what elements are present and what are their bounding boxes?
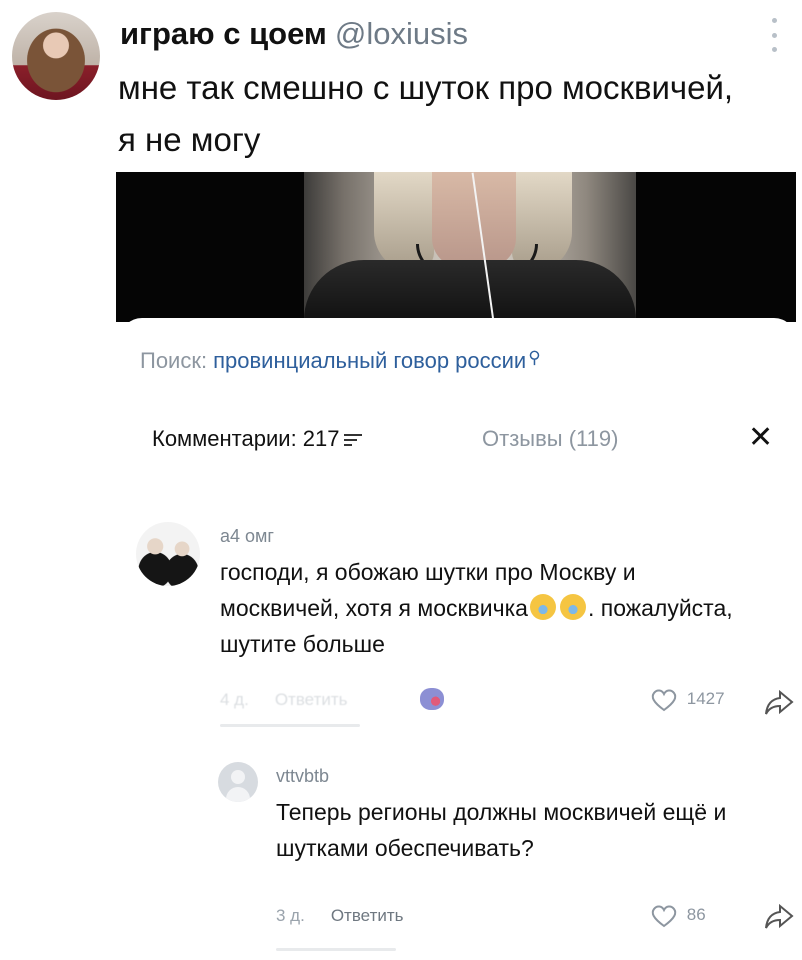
tab-comments-label: Комментарии: 217: [152, 426, 340, 451]
video-frame: [116, 172, 796, 322]
search-suggestion[interactable]: Поиск: провинциальный говор россии ⚲: [140, 348, 541, 374]
reply-button[interactable]: Ответить: [275, 690, 348, 709]
like-button[interactable]: 86: [650, 904, 706, 928]
like-count: 1427: [686, 689, 725, 709]
author-name[interactable]: играю с цоем: [120, 16, 327, 51]
comments-sheet: Поиск: провинциальный говор россии ⚲ Комме…: [120, 318, 796, 960]
comment-time: 4 д.: [220, 690, 249, 709]
comment-meta: 3 д. Ответить: [276, 906, 404, 926]
heart-icon: [651, 905, 677, 928]
tab-comments[interactable]: Комментарии: 217: [152, 426, 362, 452]
comment-item: vttvbtb Теперь регионы должны москвичей …: [120, 758, 796, 958]
share-arrow-icon[interactable]: [764, 690, 794, 716]
author-handle[interactable]: @loxiusis: [335, 16, 468, 51]
commenter-avatar[interactable]: [136, 522, 200, 586]
reply-button[interactable]: Ответить: [331, 906, 404, 925]
like-button[interactable]: 1427: [650, 688, 725, 712]
comment-time: 3 д.: [276, 906, 305, 925]
comment-text: господи, я обожаю шутки про Москву и мос…: [220, 554, 760, 662]
comment-author[interactable]: а4 омг: [220, 526, 274, 547]
post-media-screenshot[interactable]: Поиск: провинциальный говор россии ⚲ Комме…: [116, 172, 796, 960]
comment-item: а4 омг господи, я обожаю шутки про Москв…: [120, 518, 796, 727]
sticker-icon[interactable]: [420, 688, 444, 710]
post-text: мне так смешно с шуток про москвичей, я …: [118, 69, 734, 158]
faded-divider: [276, 948, 396, 951]
filter-icon[interactable]: [343, 431, 362, 449]
video-thumbnail: [304, 172, 636, 322]
faded-divider: [220, 724, 360, 727]
crying-face-emoji-icon: [529, 594, 556, 620]
search-icon[interactable]: ⚲: [528, 348, 540, 367]
comment-meta: 4 д. Ответить: [220, 690, 348, 710]
default-avatar-icon[interactable]: [218, 762, 258, 802]
close-icon[interactable]: ✕: [748, 420, 773, 456]
author-avatar[interactable]: [12, 12, 100, 100]
author-line: играю с цоем @loxiusis: [120, 16, 468, 52]
crying-face-emoji-icon: [559, 594, 586, 620]
search-query[interactable]: провинциальный говор россии: [213, 348, 526, 373]
share-arrow-icon[interactable]: [764, 904, 794, 930]
heart-icon: [651, 689, 677, 712]
comment-author[interactable]: vttvbtb: [276, 766, 329, 787]
sheet-tabs: Комментарии: 217 Отзывы (119) ✕: [120, 418, 796, 462]
post-header: играю с цоем @loxiusis мне так смешно с ш…: [0, 0, 802, 170]
more-options-icon[interactable]: [768, 18, 780, 52]
comment-text: Теперь регионы должны москвичей ещё и шу…: [276, 799, 727, 861]
search-label: Поиск:: [140, 348, 208, 373]
like-count: 86: [686, 905, 706, 925]
tab-reviews[interactable]: Отзывы (119): [482, 426, 618, 452]
